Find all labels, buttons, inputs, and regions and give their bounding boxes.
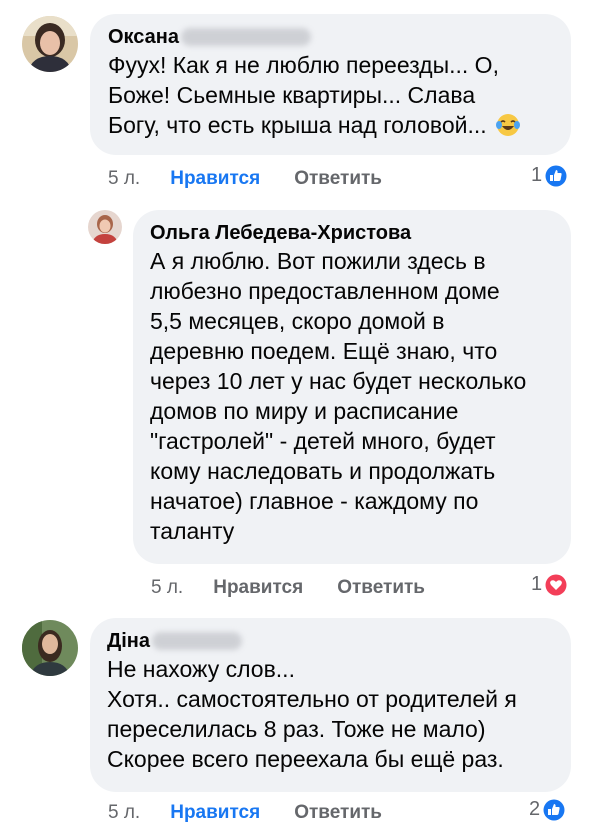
comment-line: Богу, что есть крыша над головой... (108, 110, 553, 140)
comment-time[interactable]: 5 л. (151, 577, 183, 599)
reaction-summary[interactable]: 2 (529, 798, 565, 821)
reply-button[interactable]: Ответить (294, 168, 382, 190)
avatar[interactable] (22, 16, 78, 72)
comment-text: Не нахожу слов... Хотя.. самостоятельно … (107, 654, 554, 774)
like-reaction-icon (543, 799, 565, 820)
like-button[interactable]: Нравится (170, 168, 260, 190)
reaction-count: 1 (531, 164, 543, 186)
comment-line: любезно предоставленном доме (150, 278, 500, 304)
comment-time[interactable]: 5 л. (108, 802, 140, 824)
comment-text: А я люблю. Вот пожили здесь в любезно пр… (150, 246, 554, 546)
like-button[interactable]: Нравится (170, 802, 260, 824)
avatar[interactable] (88, 210, 122, 244)
comment-line: "гастролей" - детей много, будет (150, 428, 496, 454)
comment-line: домов по миру и расписание (150, 398, 459, 424)
like-reaction-icon (545, 165, 567, 186)
comment-line: Фуух! Как я не люблю переезды... О, (108, 52, 499, 78)
comment-line: Хотя.. самостоятельно от родителей я (107, 686, 517, 712)
comment-bubble: Діна Не нахожу слов... Хотя.. самостояте… (90, 618, 571, 792)
laughing-tears-emoji (496, 114, 521, 136)
comment-time[interactable]: 5 л. (108, 168, 140, 190)
comment-line: кому наследовать и продолжать (150, 458, 496, 484)
comment-line: Скорее всего переехала бы ещё раз. (107, 746, 504, 772)
comment-line: Не нахожу слов... (107, 656, 295, 682)
reaction-summary[interactable]: 1 (531, 164, 567, 187)
love-reaction-icon (545, 574, 567, 595)
comment-author[interactable]: Оксана (108, 24, 553, 50)
reaction-count: 2 (529, 798, 541, 820)
comment-line: начатое) главное - каждому по (150, 488, 479, 514)
comment-author[interactable]: Діна (107, 628, 554, 654)
comment-line: деревню поедем. Ещё знаю, что (150, 338, 498, 364)
comment-line: переселилась 8 раз. Тоже не мало) (107, 716, 486, 742)
comment-line: 5,5 месяцев, скоро домой в (150, 308, 445, 334)
comment-actions: 5 л. Нравится Ответить (151, 577, 425, 599)
comment-author[interactable]: Ольга Лебедева-Христова (150, 220, 554, 246)
comment-bubble: Оксана Фуух! Как я не люблю переезды... … (90, 14, 571, 155)
comment-line: таланту (150, 518, 235, 544)
comment-actions: 5 л. Нравится Ответить (108, 802, 382, 824)
reply-button[interactable]: Ответить (294, 802, 382, 824)
avatar[interactable] (22, 620, 78, 676)
reaction-summary[interactable]: 1 (531, 573, 567, 596)
comment-line: А я люблю. Вот пожили здесь в (150, 248, 486, 274)
comment-text: Фуух! Как я не люблю переезды... О, Боже… (108, 50, 553, 140)
like-button[interactable]: Нравится (213, 577, 303, 599)
comment-actions: 5 л. Нравится Ответить (108, 168, 382, 190)
redacted-surname (181, 28, 311, 46)
reply-button[interactable]: Ответить (337, 577, 425, 599)
comment-line: Боже! Сьемные квартиры... Слава (108, 82, 476, 108)
reaction-count: 1 (531, 573, 543, 595)
comment-line: через 10 лет у нас будет несколько (150, 368, 527, 394)
redacted-surname (152, 632, 243, 650)
comment-bubble: Ольга Лебедева-Христова А я люблю. Вот п… (133, 210, 571, 564)
